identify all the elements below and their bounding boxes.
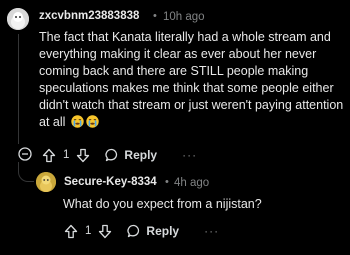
vote-count: 1 (85, 225, 92, 237)
thread-line[interactable] (18, 34, 19, 144)
comment-actions: 1 Reply ··· (64, 222, 219, 240)
snoo-avatar-icon (7, 8, 29, 30)
downvote-icon[interactable] (98, 224, 112, 239)
loudly-crying-face-icon (71, 115, 84, 128)
comment-author[interactable]: zxcvbnm23883838 (39, 10, 139, 22)
collapse-thread-icon[interactable] (18, 147, 32, 161)
reply-icon[interactable] (105, 148, 119, 162)
reply-icon[interactable] (127, 224, 141, 238)
comment-actions: 1 Reply ··· (42, 146, 197, 164)
loudly-crying-face-icon (86, 115, 99, 128)
comment: zxcvbnm23883838 • 10h ago The fact that … (0, 0, 350, 172)
downvote-icon[interactable] (76, 148, 90, 163)
upvote-icon[interactable] (64, 224, 78, 239)
comment-time: 10h ago (163, 11, 205, 23)
reply-button[interactable]: Reply (146, 224, 179, 238)
more-options-button[interactable]: ··· (204, 224, 219, 238)
vote-count: 1 (63, 149, 70, 161)
reply-button[interactable]: Reply (124, 148, 157, 162)
comment-body: The fact that Kanata literally had a who… (39, 29, 344, 131)
comment-author[interactable]: Secure-Key-8334 (64, 176, 157, 188)
avatar[interactable] (36, 172, 56, 192)
comment-reply: Secure-Key-8334 • 4h ago What do you exp… (0, 170, 350, 255)
comment-body: What do you expect from a nijistan? (63, 197, 262, 211)
snoo-avatar-icon (36, 172, 56, 192)
comment-time: 4h ago (174, 177, 210, 189)
meta-separator: • (165, 176, 169, 188)
meta-separator: • (153, 10, 157, 22)
more-options-button[interactable]: ··· (182, 148, 197, 162)
avatar[interactable] (7, 8, 29, 30)
upvote-icon[interactable] (42, 148, 56, 163)
emoji-group (69, 115, 99, 129)
